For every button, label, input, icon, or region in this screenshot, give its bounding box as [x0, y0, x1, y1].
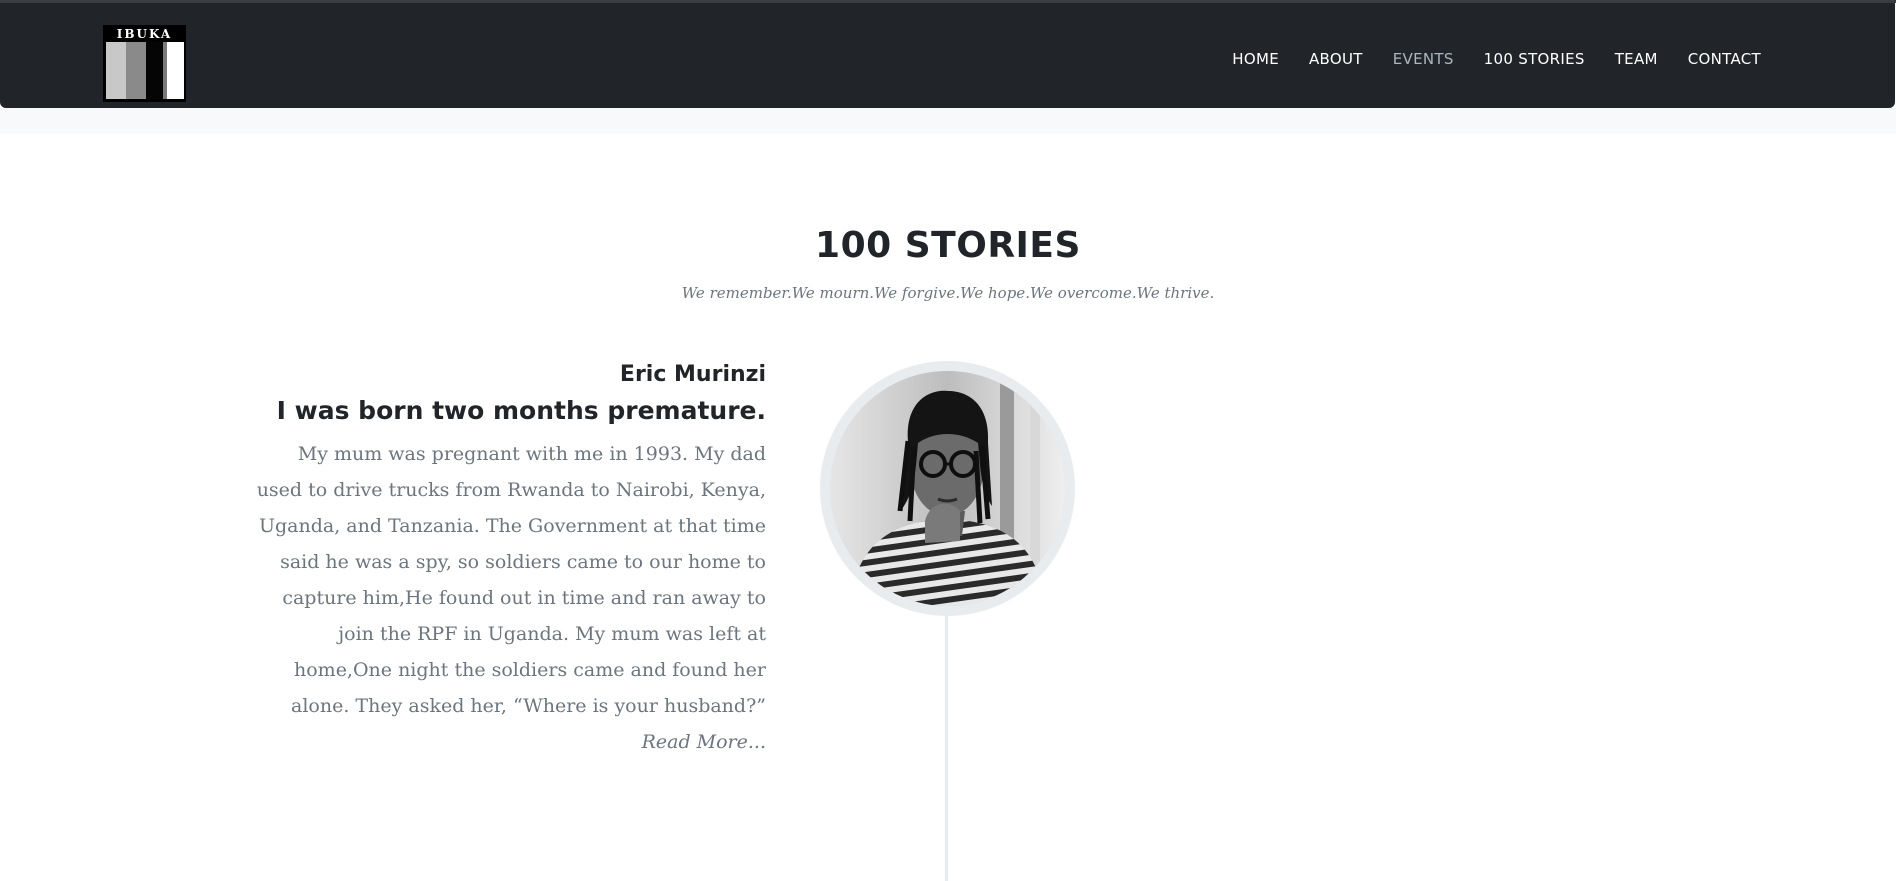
nav-about[interactable]: ABOUT	[1309, 50, 1363, 68]
read-more-link[interactable]: Read More...	[255, 724, 766, 760]
story-excerpt: My mum was pregnant with me in 1993. My …	[256, 443, 766, 717]
logo-stripe	[146, 42, 163, 99]
nav-contact[interactable]: CONTACT	[1688, 50, 1761, 68]
logo-stripe	[126, 42, 146, 99]
portrait-photo	[830, 371, 1065, 606]
section-subtitle: We remember.We mourn.We forgive.We hope.…	[681, 284, 1215, 302]
navbar: IBUKA HOME ABOUT EVENTS 100 STORIES TEAM…	[0, 3, 1895, 108]
nav-home[interactable]: HOME	[1232, 50, 1279, 68]
logo-stripe	[167, 42, 184, 99]
main-nav: HOME ABOUT EVENTS 100 STORIES TEAM CONTA…	[1202, 50, 1761, 68]
header-shadow-band	[0, 108, 1896, 134]
timeline-line	[945, 612, 948, 881]
portrait-illustration	[830, 371, 1065, 606]
story-person-name: Eric Murinzi	[619, 362, 766, 387]
story-portrait	[820, 361, 1075, 616]
nav-100-stories[interactable]: 100 STORIES	[1484, 50, 1585, 68]
page: IBUKA HOME ABOUT EVENTS 100 STORIES TEAM…	[0, 0, 1896, 881]
nav-team[interactable]: TEAM	[1615, 50, 1658, 68]
logo-stripe	[106, 42, 126, 99]
story-heading: I was born two months premature.	[276, 396, 766, 425]
ibuka-logo[interactable]: IBUKA	[103, 25, 186, 102]
nav-events[interactable]: EVENTS	[1393, 50, 1454, 68]
section-title: 100 STORIES	[815, 225, 1081, 266]
logo-text: IBUKA	[116, 27, 173, 41]
story-card: Eric Murinzi I was born two months prema…	[255, 358, 766, 760]
